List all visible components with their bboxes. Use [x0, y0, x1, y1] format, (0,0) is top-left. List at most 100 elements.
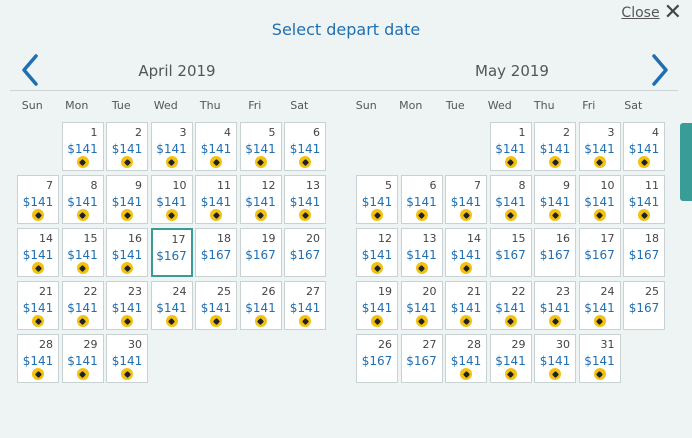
calendar-day[interactable]: 14 $141 — [17, 228, 59, 277]
calendar-day[interactable]: 24 $141 — [150, 281, 193, 330]
calendar-day[interactable]: 9 $141 — [106, 175, 148, 224]
calendar-day[interactable]: 23 $141 — [106, 281, 148, 330]
deal-tag-icon — [504, 368, 517, 380]
deal-tag-icon — [254, 209, 267, 221]
deal-tag-icon — [593, 209, 606, 221]
day-price: $141 — [67, 142, 98, 156]
calendar-day[interactable]: 1 $141 — [489, 122, 532, 171]
calendar-day[interactable]: 26 $167 — [356, 334, 398, 383]
calendar-day[interactable]: 13 $141 — [400, 228, 443, 277]
weekday-label: Tue — [111, 99, 131, 112]
deal-tag-icon — [460, 209, 472, 221]
weekday-label: Sun — [21, 99, 43, 112]
calendar-day[interactable]: 7 $141 — [17, 175, 59, 224]
calendar-day[interactable]: 14 $141 — [445, 228, 487, 277]
calendar-day[interactable]: 28 $141 — [17, 334, 59, 383]
day-number: 28 — [467, 338, 481, 351]
calendar-day[interactable]: 30 $141 — [106, 334, 148, 383]
day-price: $141 — [22, 248, 54, 262]
calendar-day[interactable]: 10 $141 — [150, 175, 193, 224]
close-button[interactable]: Close ✕ — [621, 2, 682, 24]
day-price: $141 — [22, 301, 54, 315]
calendar-day[interactable]: 28 $141 — [445, 334, 487, 383]
calendar-day[interactable]: 6 $141 — [400, 175, 443, 224]
day-price: $141 — [406, 195, 437, 209]
calendar-day[interactable]: 16 $141 — [106, 228, 148, 277]
day-price: $141 — [539, 354, 571, 368]
calendar-day[interactable]: 29 $141 — [489, 334, 532, 383]
day-number: 26 — [378, 338, 392, 351]
deal-tag-icon — [210, 156, 222, 168]
calendar-day[interactable]: 15 $167 — [489, 228, 532, 277]
calendar-day[interactable]: 13 $141 — [284, 175, 326, 224]
calendar-day[interactable]: 25 $167 — [623, 281, 665, 330]
calendar-day[interactable]: 3 $141 — [150, 122, 193, 171]
calendar-day[interactable]: 29 $141 — [61, 334, 104, 383]
calendar-day[interactable]: 17 $167 — [578, 228, 621, 277]
weekday-label: Wed — [487, 99, 512, 112]
day-number: 7 — [474, 179, 481, 192]
close-label[interactable]: Close — [621, 5, 659, 21]
calendar-day[interactable]: 4 $141 — [623, 122, 665, 171]
calendar-day[interactable]: 20 $167 — [284, 228, 326, 277]
calendar-day[interactable]: 2 $141 — [534, 122, 576, 171]
calendar-day[interactable]: 4 $141 — [195, 122, 237, 171]
deal-tag-icon — [371, 315, 383, 327]
calendar-day[interactable]: 12 $141 — [356, 228, 398, 277]
deal-tag-icon — [593, 156, 606, 168]
calendar-day[interactable]: 23 $141 — [534, 281, 576, 330]
deal-tag-icon — [504, 156, 517, 168]
feedback-tab[interactable] — [680, 123, 692, 201]
calendar-day[interactable]: 25 $141 — [195, 281, 237, 330]
day-price: $141 — [156, 301, 187, 315]
calendar-day[interactable]: 18 $167 — [195, 228, 237, 277]
calendar-day[interactable]: 6 $141 — [284, 122, 326, 171]
calendar-day-selected[interactable]: 17 $167 — [150, 228, 193, 277]
calendar-day[interactable]: 10 $141 — [578, 175, 621, 224]
calendar-day[interactable]: 8 $141 — [489, 175, 532, 224]
calendar-day[interactable]: 27 $141 — [284, 281, 326, 330]
calendar-day[interactable]: 5 $141 — [356, 175, 398, 224]
day-number: 9 — [135, 179, 142, 192]
day-price: $141 — [67, 248, 98, 262]
calendar-day[interactable]: 18 $167 — [623, 228, 665, 277]
calendar-day[interactable]: 22 $141 — [61, 281, 104, 330]
day-price: $141 — [289, 301, 321, 315]
deal-tag-icon — [32, 262, 44, 274]
calendar-day[interactable]: 11 $141 — [623, 175, 665, 224]
weekday-label: Wed — [153, 99, 178, 112]
day-number: 21 — [467, 285, 481, 298]
calendar-day[interactable]: 26 $141 — [239, 281, 282, 330]
calendar-day[interactable]: 21 $141 — [17, 281, 59, 330]
day-price: $141 — [289, 142, 321, 156]
deal-tag-icon — [638, 209, 650, 221]
calendar-day[interactable]: 16 $167 — [534, 228, 576, 277]
calendar-day[interactable]: 8 $141 — [61, 175, 104, 224]
calendar-day[interactable]: 7 $141 — [445, 175, 487, 224]
close-icon[interactable]: ✕ — [664, 2, 682, 24]
calendar-day[interactable]: 15 $141 — [61, 228, 104, 277]
deal-tag-icon — [299, 209, 311, 221]
calendar-day[interactable]: 1 $141 — [61, 122, 104, 171]
day-price: $141 — [450, 248, 482, 262]
calendar-day[interactable]: 19 $167 — [239, 228, 282, 277]
deal-tag-icon — [549, 156, 561, 168]
calendar-day[interactable]: 3 $141 — [578, 122, 621, 171]
calendar-day[interactable]: 19 $141 — [356, 281, 398, 330]
calendar-day[interactable]: 30 $141 — [534, 334, 576, 383]
calendar-day[interactable]: 2 $141 — [106, 122, 148, 171]
calendar-day[interactable]: 21 $141 — [445, 281, 487, 330]
calendar-day[interactable]: 20 $141 — [400, 281, 443, 330]
calendar-day[interactable]: 11 $141 — [195, 175, 237, 224]
day-number: 22 — [511, 285, 526, 298]
calendar-day[interactable]: 31 $141 — [578, 334, 621, 383]
deal-tag-icon — [121, 209, 133, 221]
calendar-day[interactable]: 22 $141 — [489, 281, 532, 330]
calendar-day[interactable]: 24 $141 — [578, 281, 621, 330]
calendar-day[interactable]: 9 $141 — [534, 175, 576, 224]
deal-tag-icon — [32, 209, 44, 221]
calendar-day[interactable]: 12 $141 — [239, 175, 282, 224]
calendar-day[interactable]: 27 $167 — [400, 334, 443, 383]
day-number: 17 — [171, 233, 186, 246]
calendar-day[interactable]: 5 $141 — [239, 122, 282, 171]
